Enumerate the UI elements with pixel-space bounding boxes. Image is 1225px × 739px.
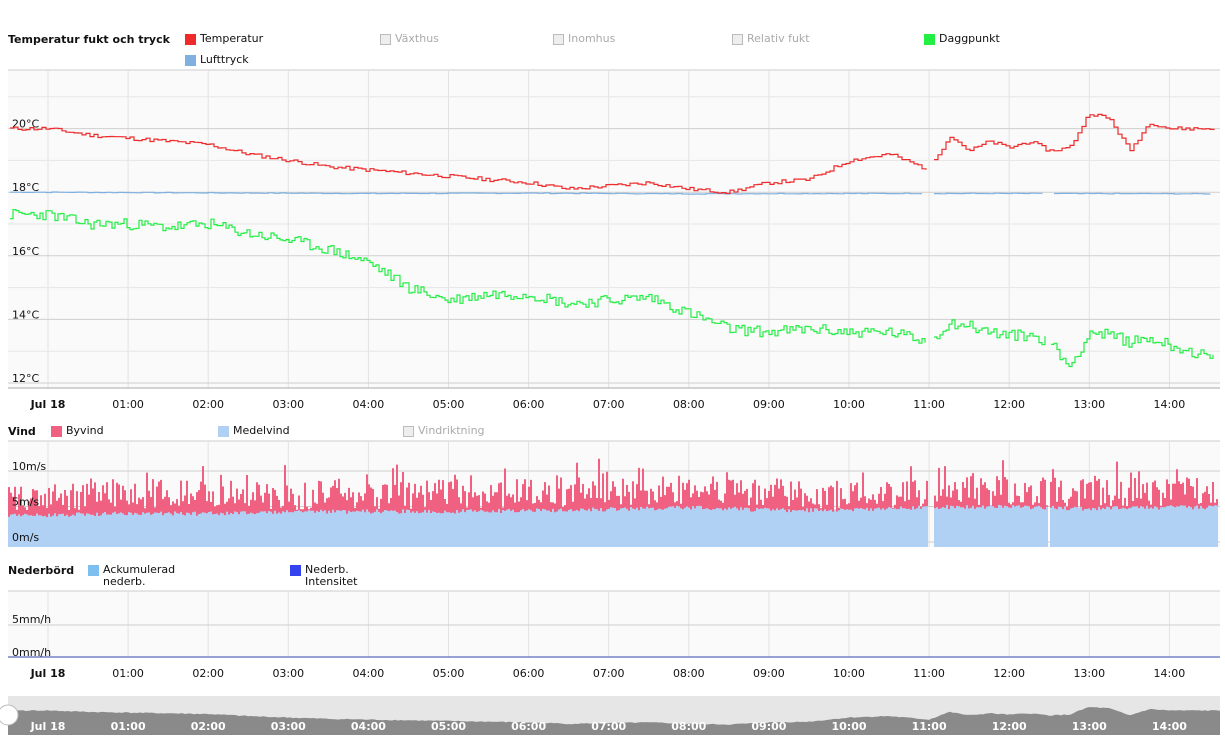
temp-x-tick-label: 04:00: [353, 398, 385, 411]
rain-x-tick-label: 14:00: [1154, 667, 1186, 680]
temp-x-tick-label: 14:00: [1154, 398, 1186, 411]
navigator-x-tick-label: 06:00: [511, 720, 546, 733]
navigator-x-tick-label: 11:00: [912, 720, 947, 733]
rain-x-tick-label: 07:00: [593, 667, 625, 680]
legend-swatch: [185, 55, 196, 66]
legend-swatch: [88, 565, 99, 576]
navigator-x-tick-label: 08:00: [671, 720, 706, 733]
rain-panel-title: Nederbörd: [8, 564, 75, 577]
temp-x-tick-label: 12:00: [993, 398, 1025, 411]
navigator-x-tick-label: Jul 18: [30, 720, 66, 733]
legend-swatch: [403, 426, 414, 437]
legend-label: Daggpunkt: [939, 32, 1000, 45]
temp-x-tick-label: 09:00: [753, 398, 785, 411]
navigator-x-tick-label: 01:00: [111, 720, 146, 733]
legend-label: Inomhus: [568, 32, 616, 45]
rain-x-tick-label: 05:00: [433, 667, 465, 680]
navigator-x-tick-label: 05:00: [431, 720, 466, 733]
wind-legend-vindriktning[interactable]: Vindriktning: [403, 425, 485, 437]
legend-swatch: [218, 426, 229, 437]
temp-plot-area: [8, 70, 1220, 388]
temp-x-tick-label: 03:00: [272, 398, 304, 411]
rain-y-tick-label: 5mm/h: [12, 613, 51, 626]
rain-x-tick-label: 02:00: [192, 667, 224, 680]
legend-label: Vindriktning: [418, 424, 485, 437]
wind-legend-medelvind[interactable]: Medelvind: [218, 425, 290, 437]
navigator-x-tick-label: 14:00: [1152, 720, 1187, 733]
wind-y-tick-label: 5m/s: [12, 496, 39, 509]
temp-x-tick-label: 01:00: [112, 398, 144, 411]
temp-x-tick-label: 02:00: [192, 398, 224, 411]
navigator-x-tick-label: 04:00: [351, 720, 386, 733]
rain-x-tick-label: 03:00: [272, 667, 304, 680]
rain-x-tick-label: 10:00: [833, 667, 865, 680]
legend-label: Temperatur: [200, 32, 264, 45]
rain-x-tick-label: 06:00: [513, 667, 545, 680]
temp-legend-lufttryck[interactable]: Lufttryck: [185, 54, 249, 66]
rain-legend-ackumulerad-nederb-[interactable]: Ackumulerad nederb.: [88, 564, 183, 588]
legend-label: Nederb. Intensitet: [305, 563, 358, 588]
navigator-x-tick-label: 07:00: [591, 720, 626, 733]
legend-label: Ackumulerad nederb.: [103, 563, 176, 588]
navigator-x-tick-label: 13:00: [1072, 720, 1107, 733]
rain-x-tick-label: 01:00: [112, 667, 144, 680]
temp-legend-temperatur[interactable]: Temperatur: [185, 33, 263, 45]
temp-x-tick-label: 11:00: [913, 398, 945, 411]
wind-y-tick-label: 0m/s: [12, 531, 39, 544]
temp-y-tick-label: 14°C: [12, 308, 39, 321]
navigator-handle: [0, 704, 19, 726]
legend-swatch: [185, 34, 196, 45]
temp-y-tick-label: 12°C: [12, 372, 39, 385]
legend-label: Byvind: [66, 424, 104, 437]
temp-legend-relativ-fukt[interactable]: Relativ fukt: [732, 33, 810, 45]
legend-swatch: [51, 426, 62, 437]
temp-x-tick-label: 08:00: [673, 398, 705, 411]
legend-label: Relativ fukt: [747, 32, 810, 45]
rain-x-tick-label: 09:00: [753, 667, 785, 680]
legend-swatch: [380, 34, 391, 45]
temp-x-tick-label: 13:00: [1073, 398, 1105, 411]
navigator-x-tick-label: 10:00: [831, 720, 866, 733]
temp-legend-v-xthus[interactable]: Växthus: [380, 33, 439, 45]
wind-panel-title: Vind: [8, 425, 36, 438]
rain-x-tick-label: 08:00: [673, 667, 705, 680]
rain-x-tick-label: 12:00: [993, 667, 1025, 680]
rain-x-tick-label: Jul 18: [30, 667, 66, 680]
navigator-x-tick-label: 03:00: [271, 720, 306, 733]
legend-label: Lufttryck: [200, 53, 249, 66]
temp-x-tick-label: Jul 18: [30, 398, 66, 411]
rain-x-tick-label: 04:00: [353, 667, 385, 680]
rain-plot-area: [8, 591, 1220, 657]
weather-charts: 12°C14°C16°C18°C20°CJul 18 01:00 02:00 03:0…: [0, 69, 1220, 735]
legend-swatch: [924, 34, 935, 45]
wind-y-tick-label: 10m/s: [12, 460, 46, 473]
navigator-x-tick-label: 02:00: [191, 720, 226, 733]
rain-x-tick-label: 13:00: [1073, 667, 1105, 680]
temp-legend-inomhus[interactable]: Inomhus: [553, 33, 615, 45]
navigator-x-tick-label: 12:00: [992, 720, 1027, 733]
temp-panel-title: Temperatur fukt och tryck: [8, 33, 170, 46]
temp-y-tick-label: 16°C: [12, 245, 39, 258]
legend-swatch: [732, 34, 743, 45]
navigator-x-tick-label: 09:00: [751, 720, 786, 733]
legend-swatch: [290, 565, 301, 576]
temp-x-tick-label: 10:00: [833, 398, 865, 411]
legend-label: Medelvind: [233, 424, 290, 437]
legend-label: Växthus: [395, 32, 439, 45]
rain-x-tick-label: 11:00: [913, 667, 945, 680]
rain-legend-nederb-intensitet[interactable]: Nederb. Intensitet: [290, 564, 380, 588]
temp-x-tick-label: 07:00: [593, 398, 625, 411]
temp-y-tick-label: 20°C: [12, 118, 39, 131]
wind-legend-byvind[interactable]: Byvind: [51, 425, 104, 437]
legend-swatch: [553, 34, 564, 45]
temp-x-tick-label: 05:00: [433, 398, 465, 411]
rain-y-tick-label: 0mm/h: [12, 646, 51, 659]
temp-x-tick-label: 06:00: [513, 398, 545, 411]
temp-legend-daggpunkt[interactable]: Daggpunkt: [924, 33, 1000, 45]
